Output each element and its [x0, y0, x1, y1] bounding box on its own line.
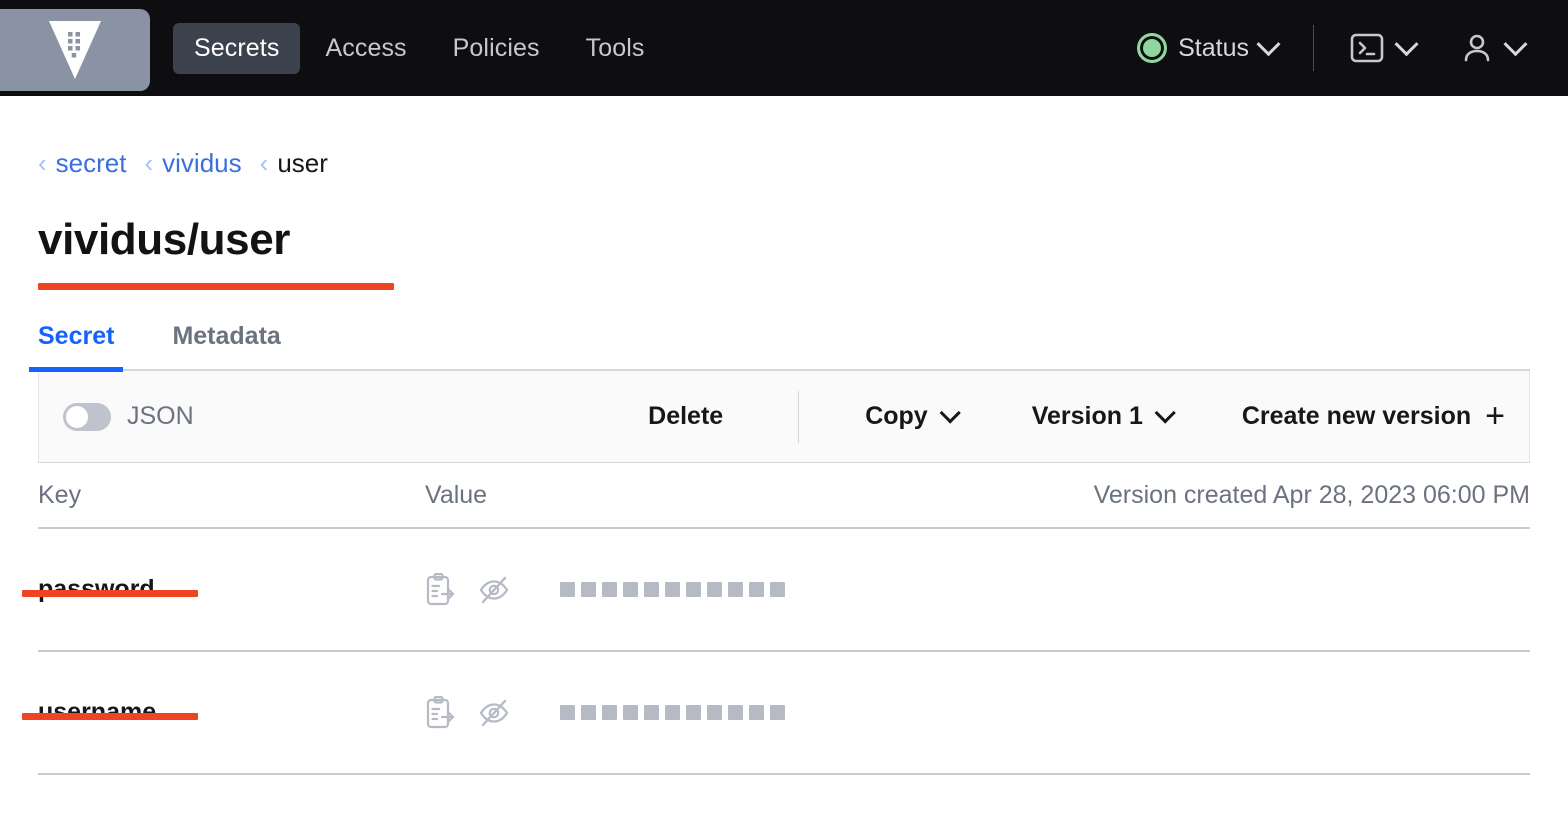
masked-value-blocks — [560, 582, 785, 597]
breadcrumb: ‹ secret ‹ vividus ‹ user — [38, 96, 328, 179]
nav-item-policies[interactable]: Policies — [432, 23, 561, 74]
terminal-icon — [1350, 33, 1384, 63]
copy-to-clipboard-icon[interactable] — [425, 696, 455, 730]
delete-button[interactable]: Delete — [648, 402, 723, 431]
toggle-switch[interactable] — [63, 403, 111, 431]
secret-toolbar: JSON Delete Copy Version 1 Create new ve… — [38, 371, 1530, 463]
eye-off-icon[interactable] — [478, 575, 510, 605]
nav-item-secrets[interactable]: Secrets — [173, 23, 300, 74]
toolbar-divider — [798, 391, 799, 443]
nav-right-cluster: Status — [1137, 25, 1568, 71]
vault-logo-icon — [49, 21, 101, 79]
breadcrumb-item-user: user — [277, 148, 328, 179]
masked-value-blocks — [560, 705, 785, 720]
status-indicator-icon — [1137, 33, 1167, 63]
page-body: ‹ secret ‹ vividus ‹ user vividus/user S… — [0, 96, 1568, 775]
column-header-key: Key — [38, 481, 425, 510]
json-toggle-label: JSON — [127, 402, 194, 431]
status-menu[interactable]: Status — [1137, 33, 1277, 63]
annotation-underline-password — [22, 590, 198, 597]
copy-menu-button[interactable]: Copy — [865, 402, 957, 431]
secret-value-username — [425, 696, 785, 730]
chevron-down-icon — [939, 402, 960, 423]
breadcrumb-item-vividus[interactable]: vividus — [162, 148, 241, 179]
vault-logo-button[interactable] — [0, 9, 150, 91]
primary-nav: Secrets Access Policies Tools — [173, 23, 665, 74]
version-menu-button[interactable]: Version 1 — [1032, 402, 1172, 431]
breadcrumb-separator-icon: ‹ — [260, 148, 269, 179]
secret-table-header: Key Value Version created Apr 28, 2023 0… — [38, 463, 1530, 529]
chevron-down-icon — [1256, 32, 1280, 56]
nav-item-tools[interactable]: Tools — [565, 23, 666, 74]
toggle-knob — [66, 406, 88, 428]
table-row: username — [38, 652, 1530, 775]
delete-button-label: Delete — [648, 402, 723, 431]
tab-metadata[interactable]: Metadata — [172, 322, 280, 369]
chevron-down-icon — [1503, 32, 1527, 56]
annotation-underline-username — [22, 713, 198, 720]
breadcrumb-separator-icon: ‹ — [38, 148, 47, 179]
status-label: Status — [1178, 34, 1249, 63]
user-icon — [1461, 32, 1493, 64]
page-title: vividus/user — [38, 215, 1530, 265]
secret-value-password — [425, 573, 785, 607]
user-menu[interactable] — [1461, 32, 1524, 64]
version-created-text: Version created Apr 28, 2023 06:00 PM — [1094, 481, 1530, 510]
chevron-down-icon — [1394, 32, 1418, 56]
nav-item-access[interactable]: Access — [304, 23, 427, 74]
chevron-down-icon — [1154, 402, 1175, 423]
top-navigation-bar: Secrets Access Policies Tools Status — [0, 0, 1568, 96]
plus-icon: + — [1485, 406, 1505, 426]
json-toggle[interactable]: JSON — [39, 402, 194, 431]
tab-secret[interactable]: Secret — [38, 322, 114, 369]
copy-button-label: Copy — [865, 402, 928, 431]
tab-bar: Secret Metadata — [38, 304, 1530, 371]
console-menu[interactable] — [1350, 33, 1415, 63]
create-new-version-label: Create new version — [1242, 402, 1471, 431]
table-row: password — [38, 529, 1530, 652]
annotation-underline-breadcrumb — [38, 283, 394, 290]
copy-to-clipboard-icon[interactable] — [425, 573, 455, 607]
version-button-label: Version 1 — [1032, 402, 1143, 431]
breadcrumb-separator-icon: ‹ — [144, 148, 153, 179]
create-new-version-button[interactable]: Create new version + — [1242, 402, 1505, 431]
column-header-value: Value — [425, 481, 1094, 510]
nav-divider — [1313, 25, 1314, 71]
breadcrumb-item-secret[interactable]: secret — [56, 148, 127, 179]
eye-off-icon[interactable] — [478, 698, 510, 728]
